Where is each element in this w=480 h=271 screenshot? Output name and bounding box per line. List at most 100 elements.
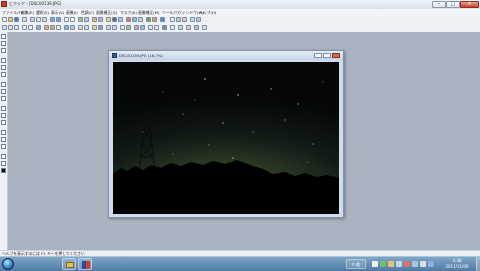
menu-view[interactable]: 表示(V) [51, 9, 64, 16]
batch-icon[interactable] [162, 25, 167, 30]
rotate-icon[interactable] [78, 17, 83, 22]
image-minimize-button[interactable] [314, 53, 322, 58]
move-icon[interactable] [22, 25, 27, 30]
rect-select-tool-icon[interactable] [1, 41, 6, 46]
light-icon[interactable] [92, 25, 97, 30]
fit-window-icon[interactable] [202, 25, 207, 30]
menu-tools[interactable]: ツール(T) [162, 9, 179, 16]
levels-icon[interactable] [118, 17, 123, 22]
stamp-tool-icon[interactable] [1, 137, 6, 142]
open-icon[interactable] [8, 17, 13, 22]
hand-icon[interactable] [28, 25, 33, 30]
save-icon[interactable] [14, 17, 19, 22]
pencil-tool-icon[interactable] [1, 113, 6, 118]
resize-icon[interactable] [98, 17, 103, 22]
dropper-icon[interactable] [84, 25, 89, 30]
brush-tool-icon[interactable] [1, 106, 6, 111]
gradient-icon[interactable] [70, 25, 75, 30]
histogram-icon[interactable] [106, 25, 111, 30]
settings-icon[interactable] [196, 17, 201, 22]
blur-icon[interactable] [138, 17, 143, 22]
menu-color[interactable]: 色調(C) [81, 9, 94, 16]
crop-tool-icon[interactable] [1, 72, 6, 77]
zoom-tool-icon[interactable] [1, 48, 6, 53]
stamp-icon[interactable] [78, 25, 83, 30]
show-desktop-button[interactable] [476, 257, 480, 271]
menu-correct[interactable]: 画像補正(M) [138, 9, 159, 16]
clock-date[interactable]: 2011/11/06 [440, 264, 474, 270]
brush-icon[interactable] [44, 25, 49, 30]
select-rect-icon[interactable] [2, 25, 7, 30]
shape-tool-icon[interactable] [1, 96, 6, 101]
fill-icon[interactable] [64, 25, 69, 30]
taskbar-explorer[interactable] [62, 258, 76, 270]
image-maximize-button[interactable] [323, 53, 331, 58]
redeye-icon[interactable] [154, 25, 159, 30]
trim-icon[interactable] [126, 25, 131, 30]
lasso-tool-icon[interactable] [1, 58, 6, 63]
flag-icon[interactable] [388, 261, 394, 267]
crop-icon[interactable] [92, 17, 97, 22]
close-button[interactable]: × [460, 1, 479, 8]
frame-icon[interactable] [170, 17, 175, 22]
image-window[interactable]: DSC00139.JPG (16.7%) [108, 50, 344, 218]
dodge-tool-icon[interactable] [1, 161, 6, 166]
menu-quality[interactable]: 画質補正(Q) [96, 9, 117, 16]
ime-indicator[interactable]: A 般 [346, 259, 366, 269]
hue-icon[interactable] [134, 25, 139, 30]
menu-help[interactable]: ヘルプ(H) [199, 9, 216, 16]
redo-icon[interactable] [56, 17, 61, 22]
pointer-tool-icon[interactable] [1, 34, 6, 39]
usb-icon[interactable] [412, 261, 418, 267]
line-tool-icon[interactable] [1, 89, 6, 94]
wand-icon[interactable] [36, 25, 41, 30]
taskbar-photo-editor[interactable] [78, 258, 92, 270]
foreground-color-icon[interactable] [1, 168, 6, 173]
layer-icon[interactable] [152, 17, 157, 22]
dropper-tool-icon[interactable] [1, 144, 6, 149]
export-icon[interactable] [178, 25, 183, 30]
undo-icon[interactable] [50, 17, 55, 22]
sharpen-icon[interactable] [132, 17, 137, 22]
menu-select[interactable]: 選択(S) [36, 9, 49, 16]
help-icon[interactable] [160, 17, 165, 22]
new-icon[interactable] [2, 17, 7, 22]
network-icon[interactable] [380, 261, 386, 267]
paste-icon[interactable] [42, 17, 47, 22]
curve-icon[interactable] [112, 25, 117, 30]
cut-icon[interactable] [30, 17, 35, 22]
security-icon[interactable] [404, 261, 410, 267]
text-tool-icon[interactable] [1, 82, 6, 87]
contrast-icon[interactable] [112, 17, 117, 22]
lasso-icon[interactable] [14, 25, 19, 30]
app-icon[interactable] [1, 1, 7, 7]
maximize-button[interactable]: □ [446, 1, 460, 8]
flip-icon[interactable] [84, 17, 89, 22]
start-button[interactable] [2, 258, 14, 270]
mask-icon[interactable] [146, 17, 151, 22]
info-icon[interactable] [186, 25, 191, 30]
menu-file[interactable]: ファイル(F) [2, 9, 22, 16]
saturation-icon[interactable] [140, 25, 145, 30]
color-icon[interactable] [126, 17, 131, 22]
power-icon[interactable] [420, 261, 426, 267]
copy-icon[interactable] [36, 17, 41, 22]
image-close-button[interactable] [332, 53, 340, 58]
zoom-out-icon[interactable] [70, 17, 75, 22]
text-icon[interactable] [190, 17, 195, 22]
wand-tool-icon[interactable] [1, 65, 6, 70]
effect-icon[interactable] [182, 17, 187, 22]
volume-icon[interactable] [396, 261, 402, 267]
fill-tool-icon[interactable] [1, 130, 6, 135]
night-sky-photo[interactable] [113, 62, 339, 214]
smudge-tool-icon[interactable] [1, 154, 6, 159]
pencil-icon[interactable] [50, 25, 55, 30]
shadow-icon[interactable] [98, 25, 103, 30]
eraser-icon[interactable] [56, 25, 61, 30]
tray-expand-icon[interactable] [428, 261, 434, 267]
brightness-icon[interactable] [106, 17, 111, 22]
menu-image[interactable]: 画像(I) [66, 9, 78, 16]
zoom-in-icon[interactable] [64, 17, 69, 22]
menu-edit[interactable]: 編集(E) [21, 9, 34, 16]
eraser-tool-icon[interactable] [1, 120, 6, 125]
